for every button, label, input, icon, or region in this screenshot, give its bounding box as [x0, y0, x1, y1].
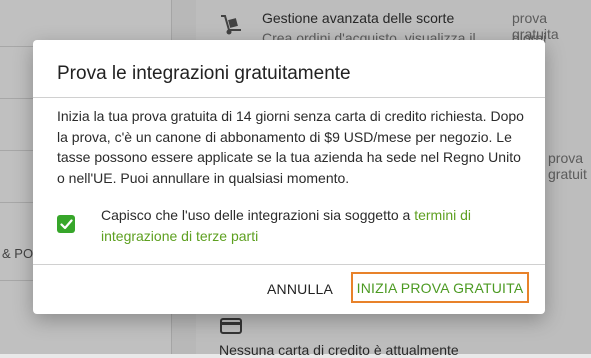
cancel-button[interactable]: ANNULLA [263, 276, 337, 302]
dialog-title: Prova le integrazioni gratuitamente [57, 63, 351, 84]
divider [33, 264, 545, 265]
start-free-trial-button[interactable]: INIZIA PROVA GRATUITA [351, 272, 529, 303]
consent-text: Capisco che l'uso delle integrazioni sia… [101, 207, 415, 223]
dialog-body-text: Inizia la tua prova gratuita di 14 giorn… [57, 108, 524, 186]
checkmark-icon [59, 218, 73, 229]
divider [33, 97, 545, 98]
terms-consent: Capisco che l'uso delle integrazioni sia… [101, 205, 511, 247]
free-trial-dialog: Prova le integrazioni gratuitamente Iniz… [33, 40, 545, 314]
terms-checkbox[interactable] [57, 215, 75, 233]
